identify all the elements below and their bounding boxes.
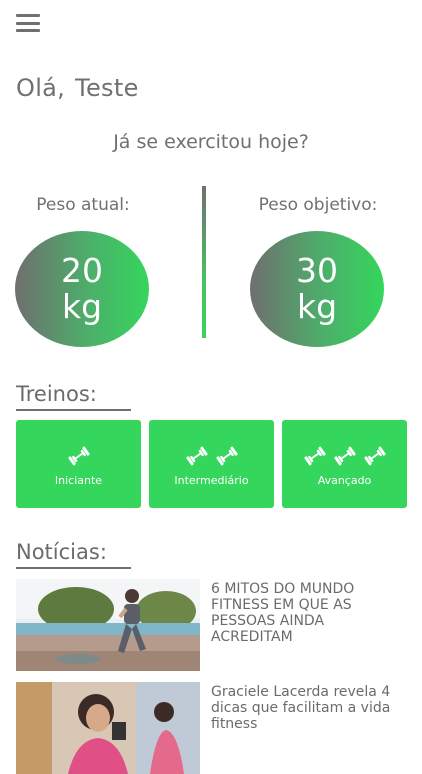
current-weight-circle[interactable]: 20 kg bbox=[15, 231, 149, 347]
training-card-advanced[interactable]: Avançado bbox=[282, 420, 407, 508]
training-label-intermediate: Intermediário bbox=[174, 474, 249, 487]
target-weight: Peso objetivo: 30 kg bbox=[243, 195, 393, 347]
training-cards: Iniciante Intermediário Avançado bbox=[16, 420, 408, 508]
target-weight-label: Peso objetivo: bbox=[258, 195, 378, 215]
dumbbell-icon bbox=[363, 446, 387, 470]
news-item[interactable]: 6 MITOS DO MUNDO FITNESS EM QUE AS PESSO… bbox=[16, 579, 408, 671]
dumbbell-icon bbox=[67, 446, 91, 470]
training-label-advanced: Avançado bbox=[317, 474, 372, 487]
training-card-beginner[interactable]: Iniciante bbox=[16, 420, 141, 508]
greeting-name: Teste bbox=[75, 74, 139, 102]
target-weight-value: 30 bbox=[296, 251, 338, 290]
training-card-intermediate[interactable]: Intermediário bbox=[149, 420, 274, 508]
news-thumbnail-outdoor-exercise[interactable] bbox=[16, 579, 200, 671]
greeting: Olá, Teste bbox=[16, 74, 139, 102]
target-weight-circle[interactable]: 30 kg bbox=[250, 231, 384, 347]
current-weight-label: Peso atual: bbox=[36, 195, 130, 215]
current-weight: Peso atual: 20 kg bbox=[8, 195, 158, 347]
greeting-hello: Olá, bbox=[16, 74, 66, 102]
training-label-beginner: Iniciante bbox=[54, 474, 103, 487]
news-headline[interactable]: 6 MITOS DO MUNDO FITNESS EM QUE AS PESSO… bbox=[211, 581, 401, 645]
training-icons bbox=[282, 446, 407, 470]
dumbbell-icon bbox=[333, 446, 357, 470]
dumbbell-icon bbox=[215, 446, 239, 470]
news-thumbnail-gym[interactable] bbox=[16, 682, 200, 774]
current-weight-value: 20 bbox=[61, 251, 103, 290]
dumbbell-icon bbox=[185, 446, 209, 470]
training-icons bbox=[16, 446, 141, 470]
news-headline[interactable]: Graciele Lacerda revela 4 dicas que faci… bbox=[211, 684, 401, 732]
news-item[interactable]: Graciele Lacerda revela 4 dicas que faci… bbox=[16, 682, 408, 774]
training-icons bbox=[149, 446, 274, 470]
news-title: Notícias: bbox=[16, 540, 131, 569]
hamburger-menu-icon[interactable] bbox=[16, 14, 40, 32]
exercise-question: Já se exercitou hoje? bbox=[113, 131, 309, 153]
trainings-title: Treinos: bbox=[16, 382, 131, 411]
weight-divider bbox=[202, 186, 206, 338]
current-weight-unit: kg bbox=[61, 287, 103, 326]
dumbbell-icon bbox=[303, 446, 327, 470]
target-weight-unit: kg bbox=[296, 287, 338, 326]
